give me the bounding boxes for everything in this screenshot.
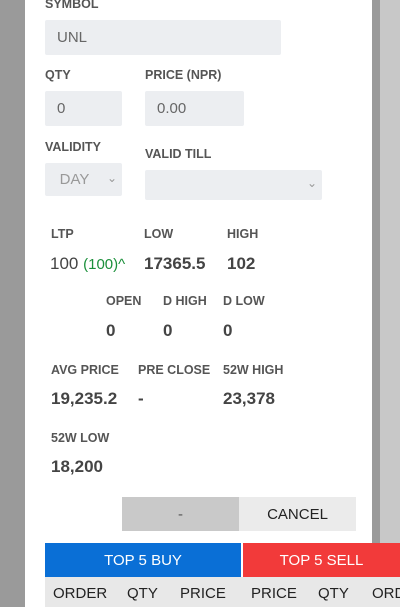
open-value: 0 — [106, 321, 116, 340]
header-qty: QTY — [127, 585, 158, 602]
pre-close-value: - — [138, 389, 144, 408]
frame-right — [372, 0, 380, 607]
valid-till-label: VALID TILL — [145, 147, 212, 161]
qty-label: QTY — [45, 68, 71, 82]
qty-value: 0 — [57, 100, 66, 117]
submit-button[interactable]: - — [122, 497, 239, 531]
validity-chevron-down-icon: ⌄ — [107, 171, 118, 185]
avg-price-label: AVG PRICE — [51, 363, 119, 377]
symbol-input[interactable]: UNL — [45, 20, 281, 55]
header-order: ORDER — [53, 585, 108, 602]
validity-value: DAY — [59, 171, 90, 188]
price-label: PRICE (NPR) — [145, 68, 222, 82]
frame-background — [380, 0, 400, 607]
pre-close-label: PRE CLOSE — [138, 363, 211, 377]
52w-high-label: 52W HIGH — [223, 363, 284, 377]
high-value: 102 — [227, 254, 256, 273]
dhigh-value: 0 — [163, 321, 173, 340]
ltp-value: 100 — [50, 254, 79, 273]
ltp-change: (100)^ — [83, 256, 126, 273]
ltp-label: LTP — [51, 227, 74, 241]
high-label: HIGH — [227, 227, 259, 241]
low-label: LOW — [144, 227, 174, 241]
dlow-label: D LOW — [223, 294, 265, 308]
low-value: 17365.5 — [144, 254, 206, 273]
price-value: 0.00 — [157, 100, 187, 117]
header-price: PRICE — [251, 585, 297, 602]
price-input[interactable]: 0.00 — [145, 91, 244, 126]
avg-price-value: 19,235.2 — [51, 389, 118, 408]
validity-label: VALIDITY — [45, 140, 102, 154]
frame-left — [0, 0, 25, 607]
52w-low-value: 18,200 — [51, 457, 103, 476]
open-label: OPEN — [106, 294, 142, 308]
tab-top-5-sell[interactable]: TOP 5 SELL — [243, 543, 400, 577]
tab-top-5-buy[interactable]: TOP 5 BUY — [45, 543, 241, 577]
52w-low-label: 52W LOW — [51, 431, 110, 445]
valid-till-chevron-down-icon: ⌄ — [307, 176, 318, 190]
52w-high-value: 23,378 — [223, 389, 275, 408]
order-book-header: ORDER QTY PRICE PRICE QTY ORD — [45, 577, 400, 607]
cancel-button[interactable]: CANCEL — [239, 497, 356, 531]
symbol-value: UNL — [57, 29, 88, 46]
symbol-label: SYMBOL — [45, 0, 99, 11]
valid-till-select[interactable] — [145, 170, 322, 200]
dlow-value: 0 — [223, 321, 233, 340]
dhigh-label: D HIGH — [163, 294, 207, 308]
header-price: PRICE — [180, 585, 226, 602]
ltp-value-group: 100 (100)^ — [50, 254, 125, 274]
qty-input[interactable]: 0 — [45, 91, 122, 126]
header-qty: QTY — [318, 585, 349, 602]
header-order: ORD — [372, 585, 400, 602]
